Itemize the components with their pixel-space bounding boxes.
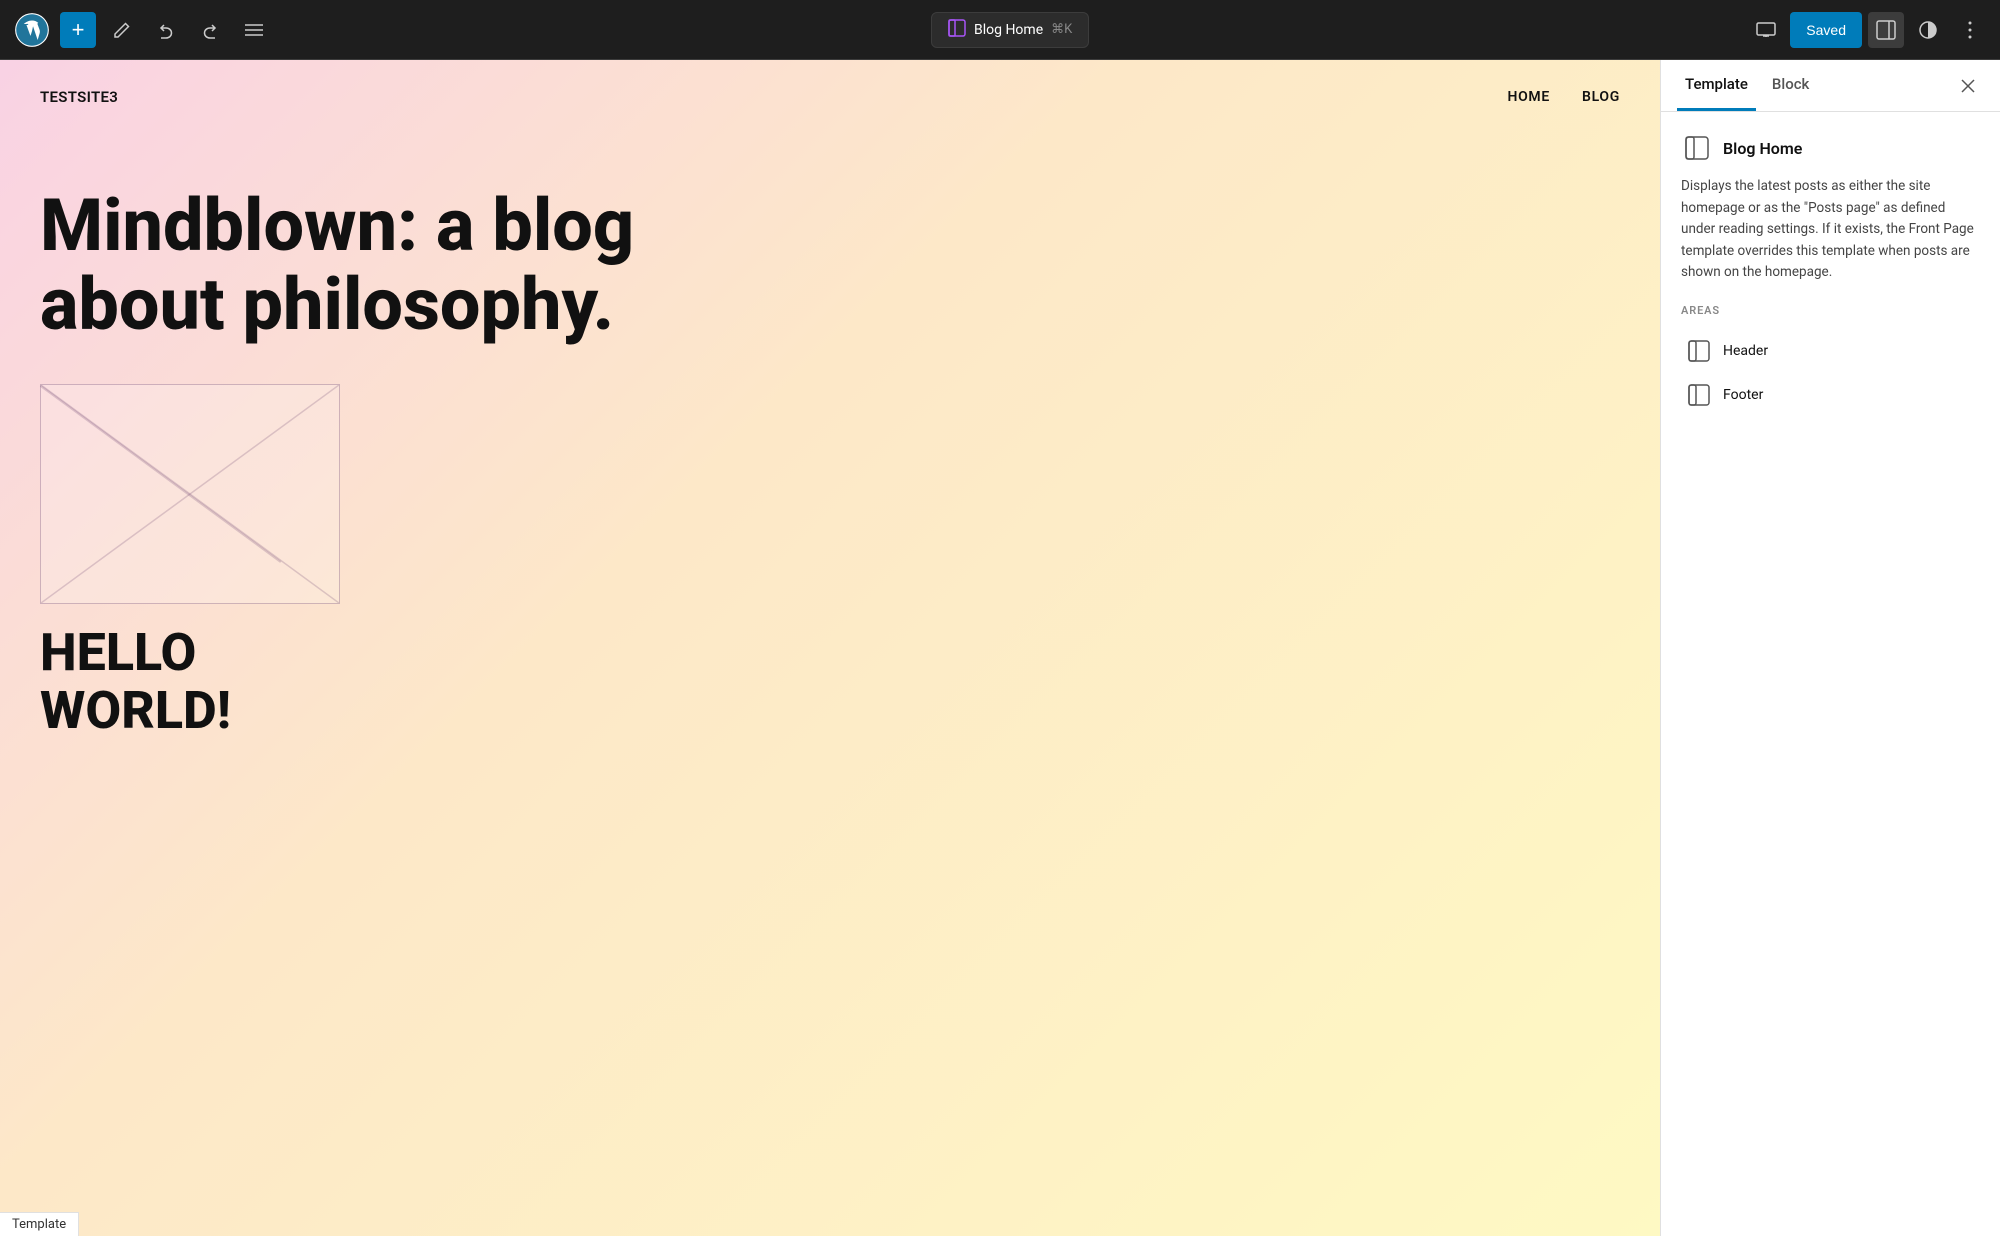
area-item-footer[interactable]: Footer bbox=[1681, 373, 1980, 417]
more-options-button[interactable] bbox=[1952, 12, 1988, 48]
topbar-center: Blog Home ⌘K bbox=[280, 12, 1740, 48]
post-placeholder bbox=[40, 384, 340, 604]
canvas-footer-text: HELLO WORLD! bbox=[0, 604, 1660, 738]
areas-label: AREAS bbox=[1681, 304, 1980, 317]
footer-heading-line1: HELLO bbox=[40, 624, 1620, 681]
nav-links: HOME BLOG bbox=[1507, 89, 1620, 105]
desktop-view-button[interactable] bbox=[1748, 12, 1784, 48]
main-area: TESTSITE3 HOME BLOG Mindblown: a blog ab… bbox=[0, 60, 2000, 1236]
area-name-header: Header bbox=[1723, 343, 1768, 359]
nav-link-home[interactable]: HOME bbox=[1507, 89, 1550, 105]
footer-heading-line2: WORLD! bbox=[40, 682, 1620, 739]
hero-title: Mindblown: a blog about philosophy. bbox=[40, 186, 640, 344]
template-name: Blog Home bbox=[1723, 139, 1802, 158]
wp-logo[interactable] bbox=[12, 10, 52, 50]
template-description: Displays the latest posts as either the … bbox=[1681, 176, 1980, 284]
canvas-post-area bbox=[0, 384, 1660, 604]
canvas-bottom-label: Template bbox=[0, 1212, 79, 1236]
undo-button[interactable] bbox=[148, 12, 184, 48]
nav-link-blog[interactable]: BLOG bbox=[1582, 89, 1620, 105]
area-icon-header bbox=[1685, 337, 1713, 365]
sidebar-close-button[interactable] bbox=[1952, 70, 1984, 102]
edit-button[interactable] bbox=[104, 12, 140, 48]
sidebar-tabs: Template Block bbox=[1661, 60, 2000, 112]
topbar: + bbox=[0, 0, 2000, 60]
site-title: TESTSITE3 bbox=[40, 88, 118, 106]
canvas: TESTSITE3 HOME BLOG Mindblown: a blog ab… bbox=[0, 60, 1660, 1236]
list-view-button[interactable] bbox=[236, 12, 272, 48]
sidebar: Template Block Blog Home bbox=[1660, 60, 2000, 1236]
template-header-icon bbox=[1681, 132, 1713, 164]
area-item-header[interactable]: Header bbox=[1681, 329, 1980, 373]
sidebar-content: Blog Home Displays the latest posts as e… bbox=[1661, 112, 2000, 1236]
redo-button[interactable] bbox=[192, 12, 228, 48]
template-pill[interactable]: Blog Home ⌘K bbox=[931, 12, 1089, 48]
template-pill-shortcut: ⌘K bbox=[1051, 22, 1072, 37]
add-button[interactable]: + bbox=[60, 12, 96, 48]
contrast-button[interactable] bbox=[1910, 12, 1946, 48]
template-pill-icon bbox=[948, 19, 966, 41]
area-icon-footer bbox=[1685, 381, 1713, 409]
saved-button[interactable]: Saved bbox=[1790, 12, 1862, 48]
tab-block[interactable]: Block bbox=[1764, 60, 1817, 111]
canvas-nav: TESTSITE3 HOME BLOG bbox=[0, 60, 1660, 106]
area-name-footer: Footer bbox=[1723, 387, 1763, 403]
tab-template[interactable]: Template bbox=[1677, 60, 1756, 111]
template-header: Blog Home bbox=[1681, 132, 1980, 164]
canvas-hero: Mindblown: a blog about philosophy. bbox=[0, 106, 1660, 384]
template-pill-name: Blog Home bbox=[974, 22, 1043, 38]
topbar-right: Saved bbox=[1748, 12, 1988, 48]
sidebar-toggle-button[interactable] bbox=[1868, 12, 1904, 48]
